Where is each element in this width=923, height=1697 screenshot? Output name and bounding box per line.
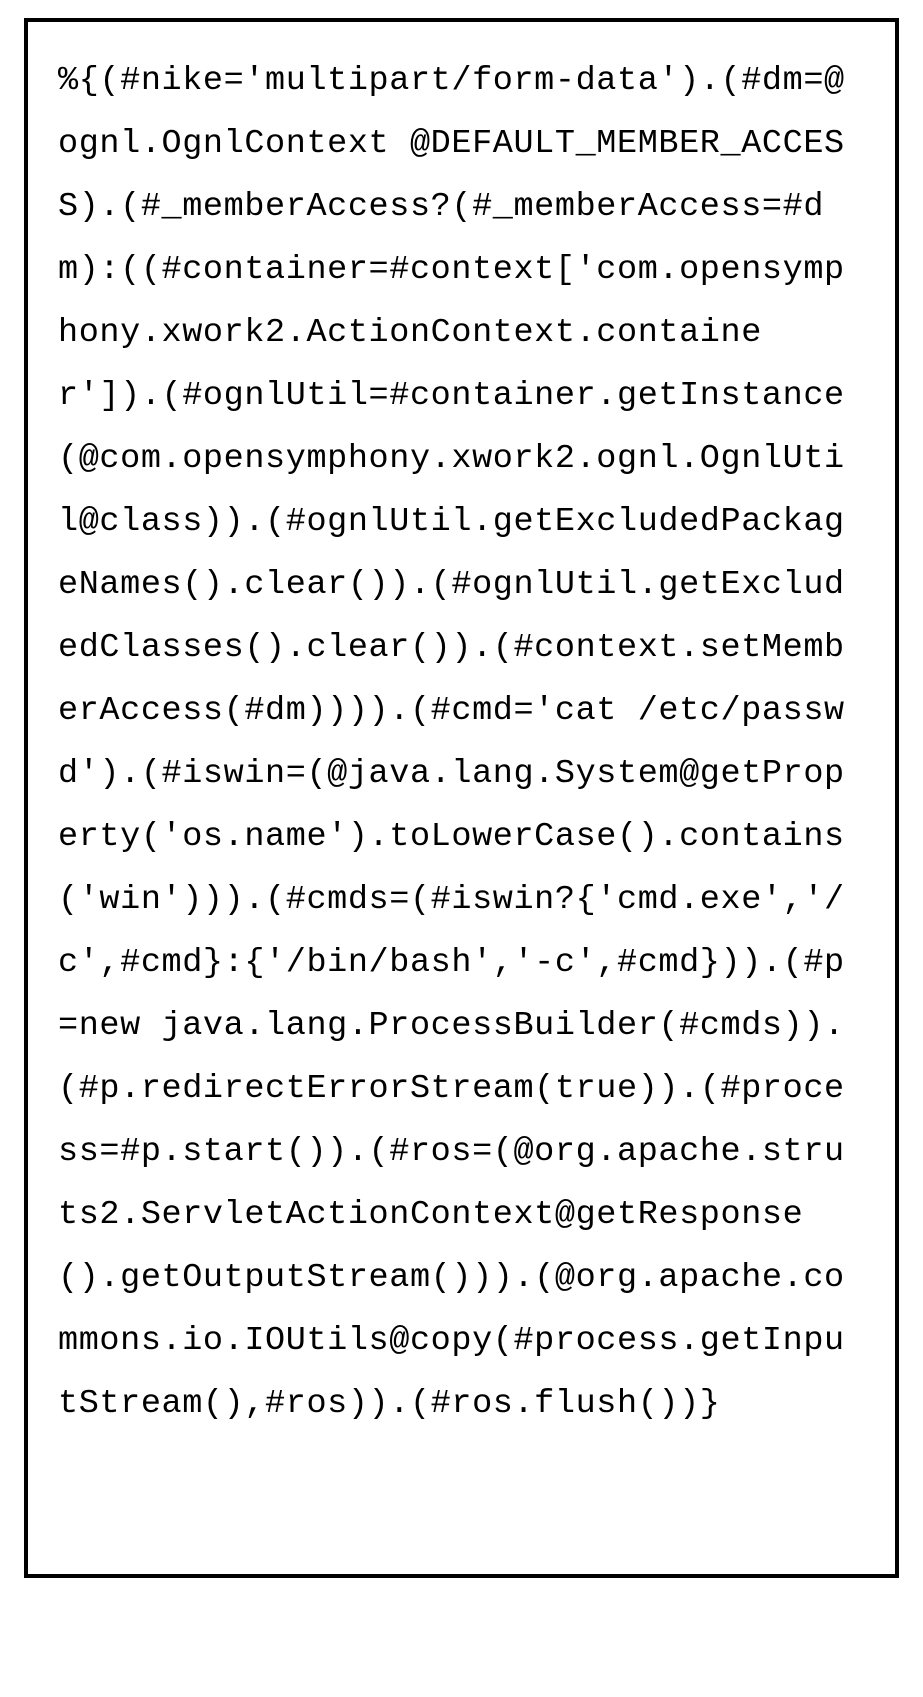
page: %{(#nike='multipart/form-data').(#dm=@og… [0, 0, 923, 1697]
code-content: %{(#nike='multipart/form-data').(#dm=@og… [58, 50, 865, 1436]
code-frame: %{(#nike='multipart/form-data').(#dm=@og… [24, 18, 899, 1578]
